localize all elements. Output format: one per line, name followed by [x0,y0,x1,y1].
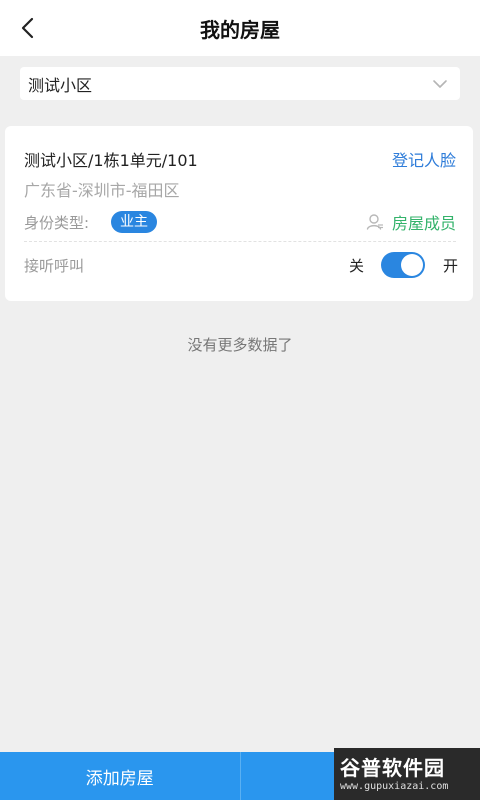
house-region: 广东省-深圳市-福田区 [24,181,180,200]
site-watermark: 谷普软件园 www.gupuxiazai.com [334,748,480,800]
answer-call-label: 接听呼叫 [24,257,85,275]
toggle-knob [401,254,423,276]
identity-type-label: 身份类型: [24,214,90,232]
page-title: 我的房屋 [200,18,280,42]
register-face-link[interactable]: 登记人脸 [392,147,456,171]
house-card: 测试小区/1栋1单元/101 登记人脸 广东省-深圳市-福田区 身份类型: 业主… [5,126,473,301]
community-select[interactable]: 测试小区 [20,67,460,100]
role-badge: 业主 [111,211,157,233]
no-more-data-text: 没有更多数据了 [187,336,293,354]
add-house-button[interactable]: 添加房屋 [0,752,240,800]
toggle-on-label: 开 [443,257,459,275]
toggle-off-label: 关 [349,257,365,275]
community-select-value: 测试小区 [28,75,93,95]
answer-call-toggle[interactable] [381,252,425,278]
house-members-label: 房屋成员 [391,214,456,233]
divider [24,241,456,242]
house-address: 测试小区/1栋1单元/101 [24,151,198,170]
header: 我的房屋 [0,0,480,56]
watermark-name: 谷普软件园 [340,756,445,780]
chevron-down-icon [433,79,447,88]
house-members-link[interactable]: 房屋成员 [366,210,456,234]
watermark-url: www.gupuxiazai.com [340,781,449,792]
person-icon [366,214,383,230]
